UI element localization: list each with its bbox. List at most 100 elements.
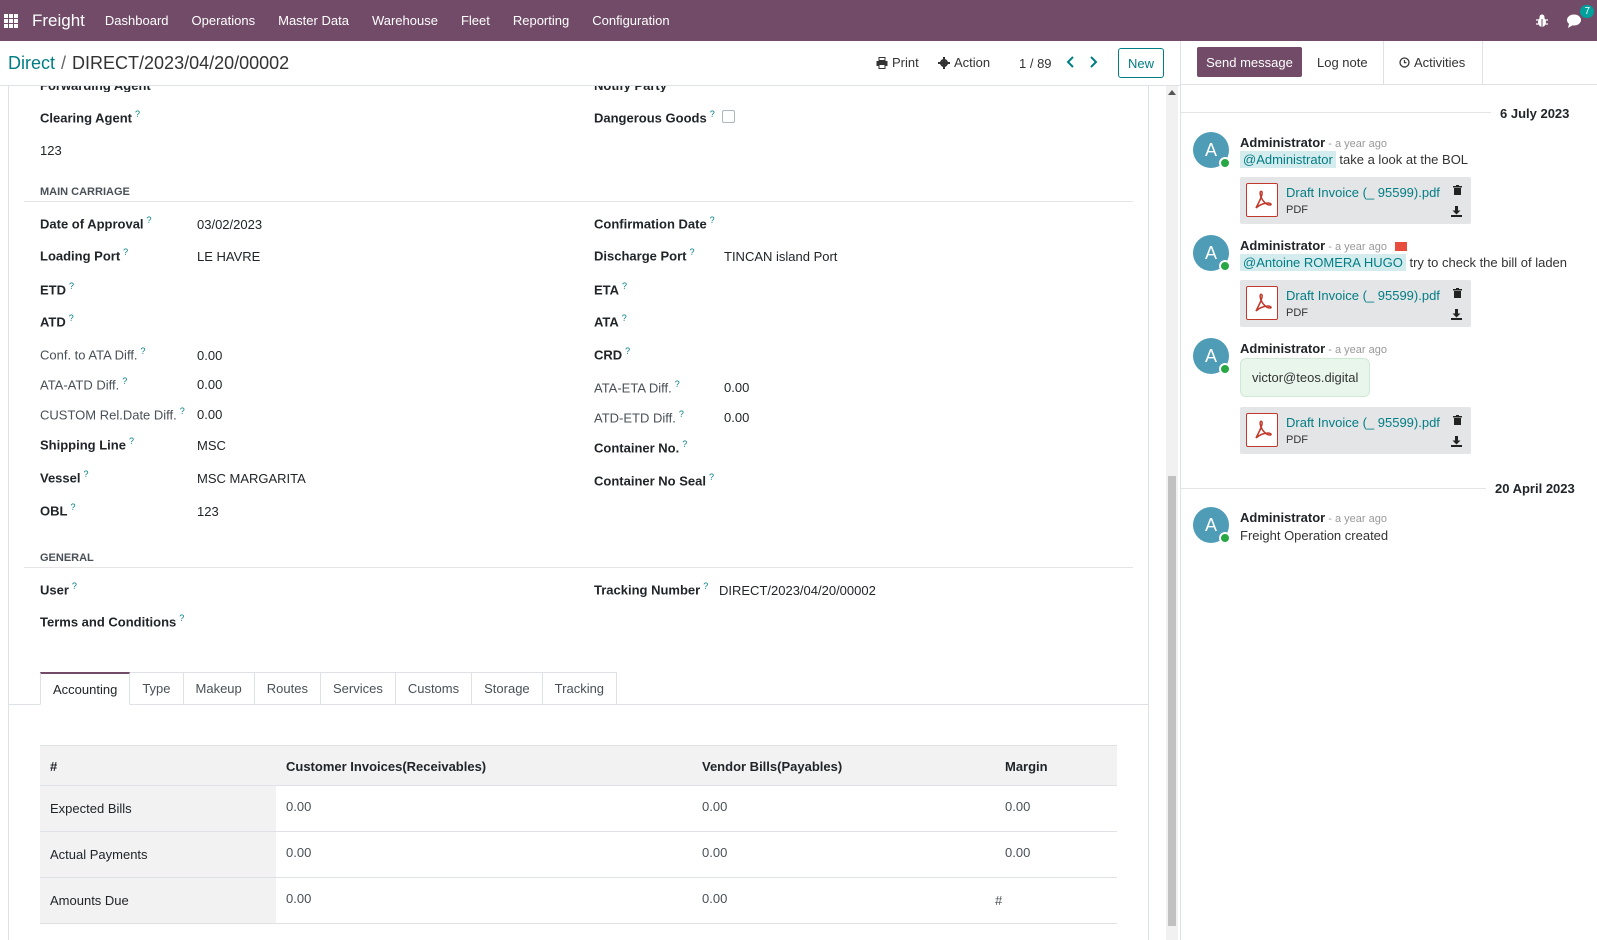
mention-link[interactable]: @Antoine ROMERA HUGO [1240,254,1406,271]
new-button[interactable]: New [1118,48,1164,78]
top-navbar: Freight Dashboard Operations Master Data… [0,0,1597,41]
obl-label: OBL? [40,502,76,519]
pager-previous-icon[interactable] [1064,54,1078,70]
tab-accounting[interactable]: Accounting [40,672,131,705]
menu-operations[interactable]: Operations [192,13,256,28]
mention-link[interactable]: @Administrator [1240,151,1336,168]
attachment-card[interactable]: Draft Invoice (_ 95599).pdf PDF [1240,407,1471,454]
tracking-number-value[interactable]: DIRECT/2023/04/20/00002 [719,583,876,598]
loading-port-label: Loading Port? [40,247,129,264]
menu-master-data[interactable]: Master Data [278,13,349,28]
tab-tracking[interactable]: Tracking [542,672,618,705]
message-author[interactable]: Administrator - a year ago [1240,510,1387,525]
app-brand[interactable]: Freight [32,11,85,31]
menu-configuration[interactable]: Configuration [592,13,669,28]
message-body: Freight Operation created [1240,528,1389,543]
attachment-name[interactable]: Draft Invoice (_ 95599).pdf [1286,288,1440,303]
payables-cell: 0.00 [702,799,728,814]
attachment-card[interactable]: Draft Invoice (_ 95599).pdf PDF [1240,177,1471,224]
download-icon[interactable] [1451,308,1462,320]
tab-storage[interactable]: Storage [472,672,543,705]
menu-warehouse[interactable]: Warehouse [372,13,438,28]
tab-services[interactable]: Services [320,672,396,705]
accounting-table: # Customer Invoices(Receivables) Vendor … [40,745,1117,924]
column-header-number: # [50,759,58,774]
avatar[interactable]: A [1193,132,1231,169]
attachment-type: PDF [1286,204,1308,216]
online-status-icon [1219,157,1231,169]
message-body: @Administrator take a look at the BOL [1240,151,1468,168]
attachment-name[interactable]: Draft Invoice (_ 95599).pdf [1286,185,1440,200]
margin-cell: 0.00 [1005,799,1031,814]
message-author[interactable]: Administrator - a year ago [1240,135,1387,150]
obl-value[interactable]: 123 [197,504,219,519]
etd-label: ETD? [40,281,75,298]
scrollbar-thumb[interactable] [1168,476,1176,926]
ata-label: ATA? [594,313,627,330]
messaging-icon[interactable]: 7 [1566,4,1594,29]
general-title: GENERAL [40,552,94,564]
message-author[interactable]: Administrator - a year ago [1240,238,1407,253]
menu-fleet[interactable]: Fleet [461,13,490,28]
tab-separator [1383,41,1384,85]
clearing-agent-value[interactable]: 123 [40,143,62,158]
attachment-card[interactable]: Draft Invoice (_ 95599).pdf PDF [1240,280,1471,327]
online-status-icon [1219,363,1231,375]
loading-port-value[interactable]: LE HAVRE [197,249,260,264]
menu-reporting[interactable]: Reporting [513,13,569,28]
discharge-port-value[interactable]: TINCAN island Port [724,249,837,264]
envelope-icon[interactable] [1394,242,1407,252]
download-icon[interactable] [1451,205,1462,217]
margin-cell: 0.00 [1005,845,1031,860]
payables-cell: 0.00 [702,845,728,860]
notify-party-label-cut: Notify Party [594,86,667,92]
activities-button[interactable]: Activities [1399,55,1465,70]
pager-value[interactable]: 1 / 89 [1019,56,1052,71]
breadcrumb-separator: / [61,53,67,73]
table-row: Actual Payments 0.00 0.00 0.00 [40,832,1117,878]
ata-atd-diff-value: 0.00 [197,377,223,392]
attachment-type: PDF [1286,307,1308,319]
send-message-button[interactable]: Send message [1197,47,1302,77]
print-button[interactable]: Print [876,55,919,70]
conf-ata-diff-label: Conf. to ATA Diff.? [40,346,146,363]
eta-label: ETA? [594,281,628,298]
chatter-panel: Send message Log note Activities 6 July … [1180,41,1597,940]
forwarding-agent-label-cut: Forwarding Agent [40,86,151,92]
debug-bug-icon[interactable] [1534,13,1550,29]
margin-cell: # [995,893,1003,908]
pager-next-icon[interactable] [1086,54,1100,70]
tab-customs[interactable]: Customs [395,672,473,705]
receivables-cell: 0.00 [286,845,312,860]
avatar[interactable]: A [1193,338,1231,375]
shipping-line-value[interactable]: MSC [197,438,226,453]
trash-icon[interactable] [1453,413,1462,425]
trash-icon[interactable] [1453,183,1462,195]
form-view: Forwarding Agent Notify Party Clearing A… [0,86,1180,940]
menu-dashboard[interactable]: Dashboard [105,13,169,28]
avatar[interactable]: A [1193,507,1231,544]
tab-makeup[interactable]: Makeup [183,672,255,705]
attachment-name[interactable]: Draft Invoice (_ 95599).pdf [1286,415,1440,430]
table-header: # Customer Invoices(Receivables) Vendor … [40,745,1117,786]
tab-routes[interactable]: Routes [254,672,321,705]
action-button[interactable]: Action [938,55,990,70]
scroll-up-arrow-icon[interactable] [1168,90,1176,95]
trash-icon[interactable] [1453,286,1462,298]
apps-grid-icon[interactable] [4,13,18,28]
log-note-button[interactable]: Log note [1317,55,1368,70]
download-icon[interactable] [1451,435,1462,447]
date-of-approval-value[interactable]: 03/02/2023 [197,217,262,232]
section-divider [24,201,1133,202]
tab-separator [1482,41,1483,85]
custom-rel-date-diff-value: 0.00 [197,407,223,422]
pdf-file-icon [1246,183,1278,217]
vessel-value[interactable]: MSC MARGARITA [197,471,306,486]
row-label: Amounts Due [40,878,276,923]
avatar[interactable]: A [1193,235,1231,272]
dangerous-goods-label: Dangerous Goods? [594,109,715,126]
breadcrumb-parent[interactable]: Direct [8,53,55,73]
tab-type[interactable]: Type [130,672,184,705]
dangerous-goods-checkbox[interactable] [722,110,735,123]
message-author[interactable]: Administrator - a year ago [1240,341,1387,356]
